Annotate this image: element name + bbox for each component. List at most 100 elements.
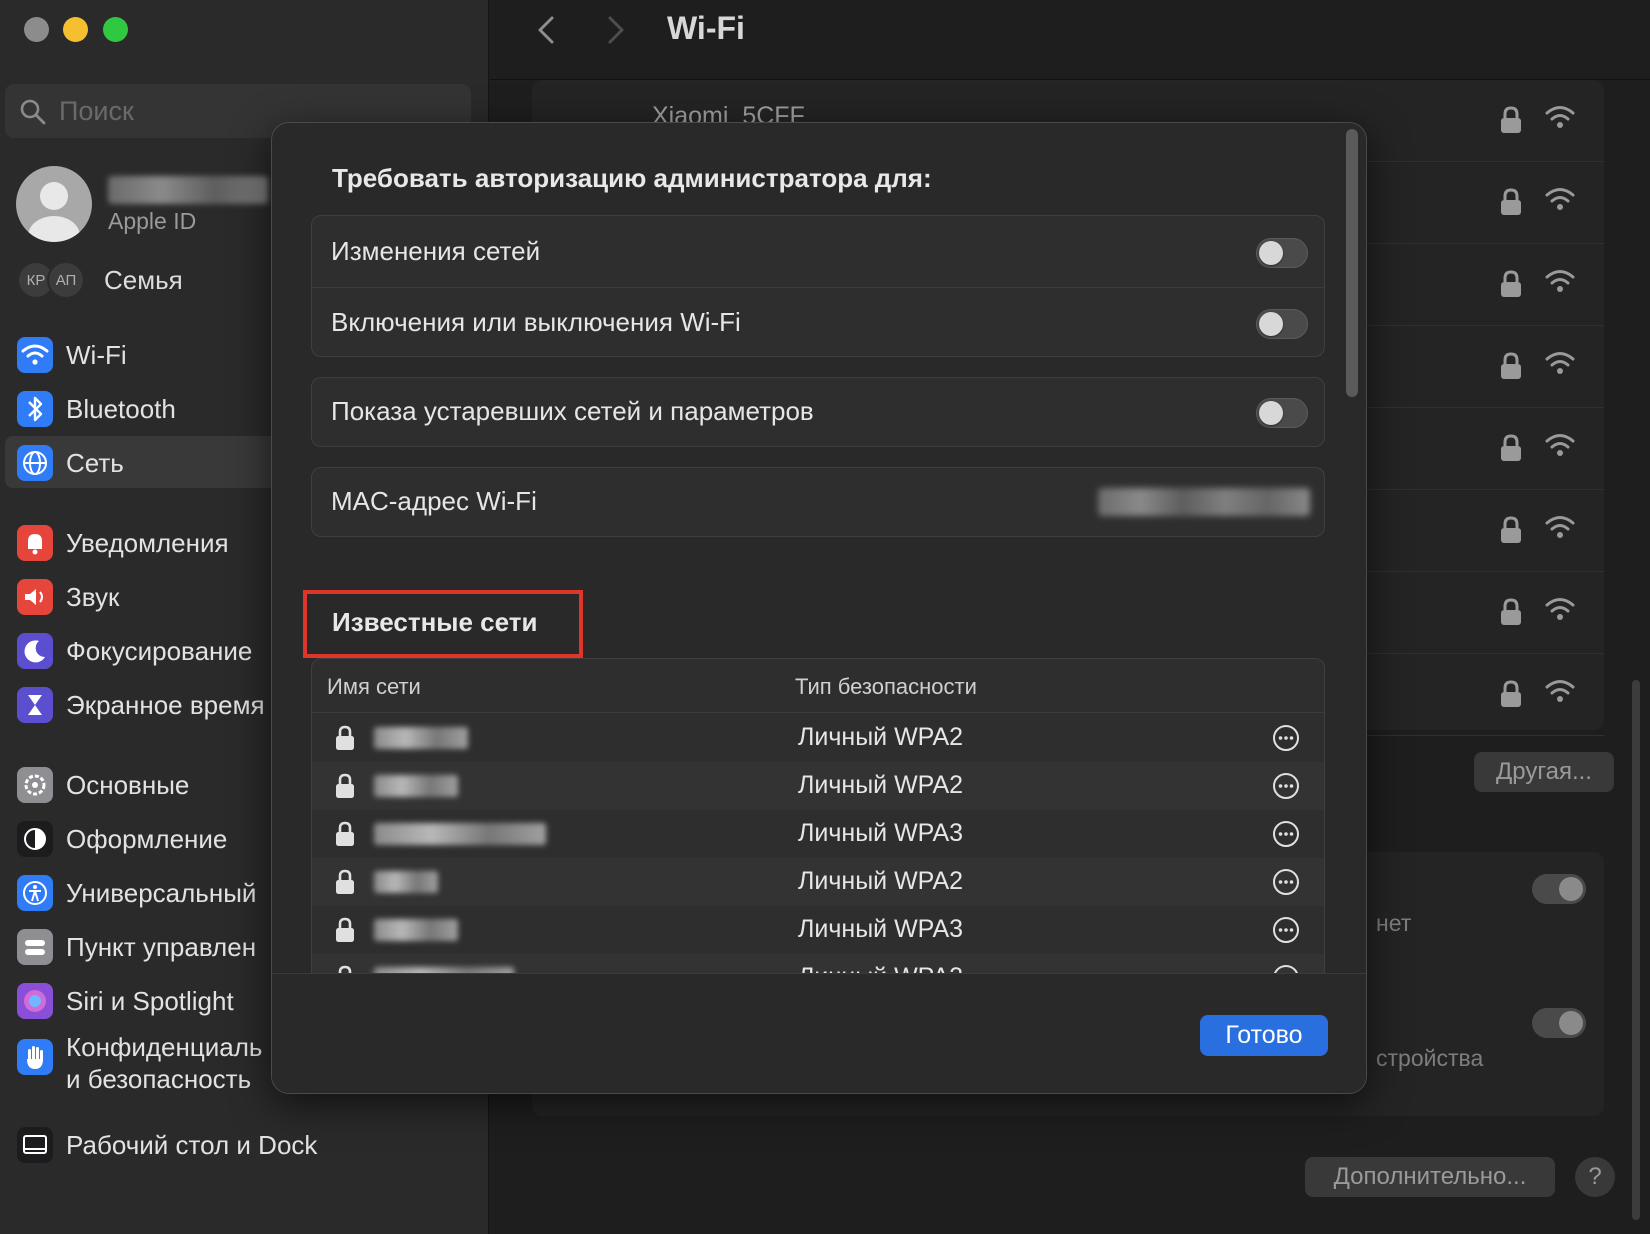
mac-address-value-redacted (1098, 488, 1310, 516)
wifi-power-toggle[interactable] (1256, 309, 1308, 339)
sidebar-item[interactable]: Рабочий стол и Dock (5, 1118, 475, 1170)
done-button[interactable]: Готово (1200, 1015, 1328, 1056)
window-zoom-button[interactable] (103, 17, 128, 42)
more-options-icon[interactable] (1272, 916, 1300, 944)
background-toggle[interactable] (1532, 1008, 1586, 1038)
more-options-icon[interactable] (1272, 724, 1300, 752)
apple-id-label[interactable]: Apple ID (108, 208, 196, 235)
gear-icon (17, 767, 53, 803)
hourglass-icon (17, 687, 53, 723)
table-row[interactable]: Личный WPA2 (312, 858, 1324, 906)
page-title: Wi-Fi (667, 10, 745, 46)
sidebar-item-label: Bluetooth (66, 394, 176, 424)
wifi-signal-icon (1544, 432, 1576, 458)
globe-icon (17, 445, 53, 481)
sidebar-item-label: Фокусирование (66, 636, 253, 666)
sidebar-item-label: Звук (66, 582, 120, 612)
wifi-signal-icon (1544, 514, 1576, 540)
legacy-networks-toggle[interactable] (1256, 398, 1308, 428)
security-type: Личный WPA2 (798, 867, 964, 895)
known-networks-table: Имя сети Тип безопасности Личный WPA2 Лич… (311, 658, 1325, 973)
lock-icon (335, 725, 355, 751)
lock-icon (1500, 106, 1522, 134)
sidebar-item-label: Пункт управлен (66, 932, 257, 962)
known-networks-heading: Известные сети (332, 607, 538, 637)
admin-option-row: Изменения сетей (312, 216, 1324, 288)
window-close-button[interactable] (24, 17, 49, 42)
security-type: Личный WPA2 (798, 723, 964, 751)
wifi-signal-icon (1544, 268, 1576, 294)
legacy-option-label: Показа устаревших сетей и параметров (331, 396, 814, 426)
sidebar-item-label: Wi-Fi (66, 340, 127, 370)
mac-address-group: MAC-адрес Wi-Fi (311, 467, 1325, 537)
bell-icon (17, 525, 53, 561)
table-row[interactable]: Личный WPA3 (312, 906, 1324, 954)
security-type: Личный WPA3 (798, 819, 964, 847)
advanced-button[interactable]: Дополнительно... (1305, 1157, 1555, 1197)
other-network-button[interactable]: Другая... (1474, 752, 1614, 792)
mac-address-row: MAC-адрес Wi-Fi (312, 466, 1324, 538)
background-hint-text: стройства (1376, 1045, 1484, 1071)
window-minimize-button[interactable] (63, 17, 88, 42)
table-row[interactable]: Личный WPA2 (312, 954, 1324, 973)
background-hint-text: нет (1376, 910, 1412, 936)
lock-icon (1500, 434, 1522, 462)
mac-address-label: MAC-адрес Wi-Fi (331, 486, 537, 516)
network-name-redacted (374, 775, 458, 797)
sidebar-item-label: Рабочий стол и Dock (66, 1130, 318, 1160)
background-toggle[interactable] (1532, 874, 1586, 904)
sidebar-item-family[interactable]: Семья (104, 265, 183, 296)
wifi-signal-icon (1544, 350, 1576, 376)
account-name-redacted[interactable] (108, 176, 268, 204)
siri-icon (17, 983, 53, 1019)
more-options-icon[interactable] (1272, 964, 1300, 973)
lock-icon (1500, 270, 1522, 298)
legacy-group: Показа устаревших сетей и параметров (311, 377, 1325, 447)
column-header-name[interactable]: Имя сети (327, 674, 421, 700)
network-changes-toggle[interactable] (1256, 238, 1308, 268)
table-header: Имя сети Тип безопасности (312, 659, 1324, 713)
lock-icon (335, 917, 355, 943)
wifi-signal-icon (1544, 596, 1576, 622)
lock-icon (1500, 352, 1522, 380)
lock-icon (1500, 516, 1522, 544)
help-button[interactable]: ? (1575, 1157, 1615, 1197)
wifi-signal-icon (1544, 678, 1576, 704)
toolbar: Wi-Fi (490, 0, 1650, 80)
lock-icon (1500, 598, 1522, 626)
wifi-icon (17, 337, 53, 373)
table-row[interactable]: Личный WPA2 (312, 714, 1324, 762)
sheet-content: Требовать авторизацию администратора для… (272, 123, 1366, 973)
admin-option-row: Включения или выключения Wi-Fi (312, 287, 1324, 359)
legacy-option-row: Показа устаревших сетей и параметров (312, 376, 1324, 448)
lock-icon (335, 773, 355, 799)
sidebar-item-label: Siri и Spotlight (66, 986, 234, 1016)
table-row[interactable]: Личный WPA2 (312, 762, 1324, 810)
admin-auth-heading: Требовать авторизацию администратора для… (332, 163, 932, 193)
control-center-icon (17, 929, 53, 965)
lock-icon (1500, 188, 1522, 216)
table-row[interactable]: Личный WPA3 (312, 810, 1324, 858)
admin-option-label: Включения или выключения Wi-Fi (331, 307, 741, 337)
sidebar-item-label: Экранное время (66, 690, 265, 720)
more-options-icon[interactable] (1272, 868, 1300, 896)
main-scrollbar[interactable] (1632, 680, 1640, 1220)
desktop-icon (17, 1127, 53, 1163)
security-type: Личный WPA2 (798, 771, 964, 799)
back-chevron-icon[interactable] (530, 12, 566, 48)
appearance-icon (17, 821, 53, 857)
lock-icon (335, 869, 355, 895)
sheet-scrollbar[interactable] (1346, 129, 1358, 397)
wifi-signal-icon (1544, 186, 1576, 212)
bluetooth-icon (17, 391, 53, 427)
avatar[interactable] (16, 166, 92, 242)
column-header-security[interactable]: Тип безопасности (795, 674, 977, 700)
lock-icon (335, 965, 355, 973)
forward-chevron-icon[interactable] (596, 12, 632, 48)
more-options-icon[interactable] (1272, 772, 1300, 800)
lock-icon (335, 821, 355, 847)
lock-icon (1500, 680, 1522, 708)
sidebar-item-label: Конфиденциаль и безопасность (66, 1032, 263, 1094)
speaker-icon (17, 579, 53, 615)
more-options-icon[interactable] (1272, 820, 1300, 848)
